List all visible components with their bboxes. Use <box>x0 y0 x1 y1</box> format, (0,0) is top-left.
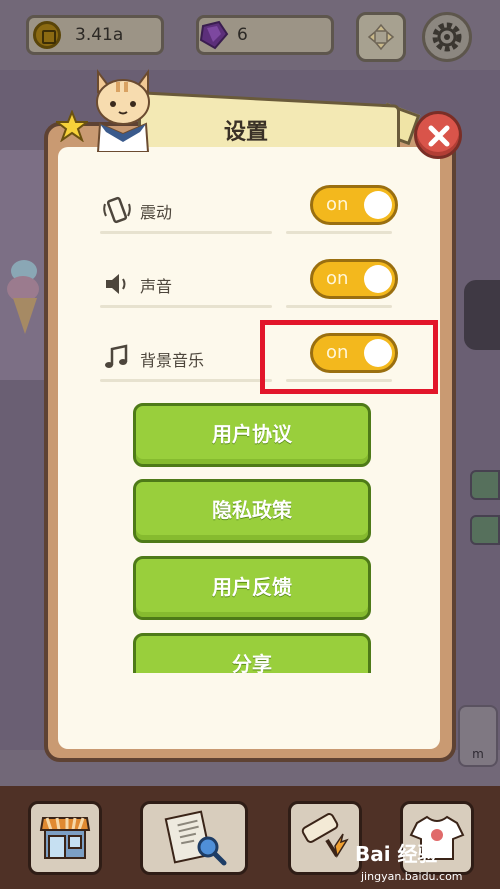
setting-label: 声音 <box>140 277 173 296</box>
arrows-inward-icon <box>367 23 395 51</box>
star-icon <box>56 110 88 142</box>
user-agreement-button[interactable]: 用户协议 <box>133 403 371 467</box>
sound-toggle[interactable]: on <box>310 259 398 299</box>
vibration-toggle[interactable]: on <box>310 185 398 225</box>
baidu-watermark: Bai 经验 jingyan.baidu.com <box>355 838 495 888</box>
feedback-button[interactable]: 用户反馈 <box>133 556 371 620</box>
gear-icon <box>432 22 462 52</box>
top-bar: 3.41a 6 <box>0 0 500 70</box>
shop-button[interactable] <box>28 801 102 875</box>
dialog-title: 设置 <box>223 120 268 145</box>
watermark-logo: Bai 经验 <box>355 842 438 866</box>
close-icon <box>428 125 450 147</box>
shop-icon <box>39 817 91 859</box>
share-button[interactable]: 分享 <box>133 633 371 673</box>
ice-cream-decoration <box>5 260 45 350</box>
newspaper-search-icon <box>164 810 227 866</box>
gem-icon <box>199 20 229 50</box>
coin-icon <box>33 21 61 49</box>
gem-value: 6 <box>237 25 248 45</box>
coin-counter: 3.41a <box>26 15 164 55</box>
close-button[interactable] <box>414 111 462 159</box>
decorate-button[interactable] <box>288 801 362 875</box>
menu-list: 用户协议 隐私政策 用户反馈 分享 <box>58 395 440 673</box>
right-side-items <box>460 280 500 630</box>
newspaper-button[interactable] <box>140 801 248 875</box>
highlight-annotation <box>260 320 438 394</box>
setting-row-vibration: 震动 on <box>100 185 400 235</box>
cat-mascot-icon <box>96 69 150 152</box>
side-card: m <box>458 705 498 767</box>
vibrate-icon <box>103 196 131 224</box>
setting-label: 震动 <box>140 203 173 222</box>
watermark-url: jingyan.baidu.com <box>361 870 463 883</box>
speaker-icon <box>106 274 126 294</box>
setting-row-sound: 声音 on <box>100 259 400 309</box>
setting-label: 背景音乐 <box>140 351 205 370</box>
settings-button[interactable] <box>422 12 472 62</box>
gem-counter: 6 <box>196 15 334 55</box>
music-note-icon <box>105 344 128 368</box>
coin-value: 3.41a <box>75 25 124 45</box>
collapse-button[interactable] <box>356 12 406 62</box>
paint-roller-icon <box>301 813 349 858</box>
privacy-policy-button[interactable]: 隐私政策 <box>133 479 371 543</box>
